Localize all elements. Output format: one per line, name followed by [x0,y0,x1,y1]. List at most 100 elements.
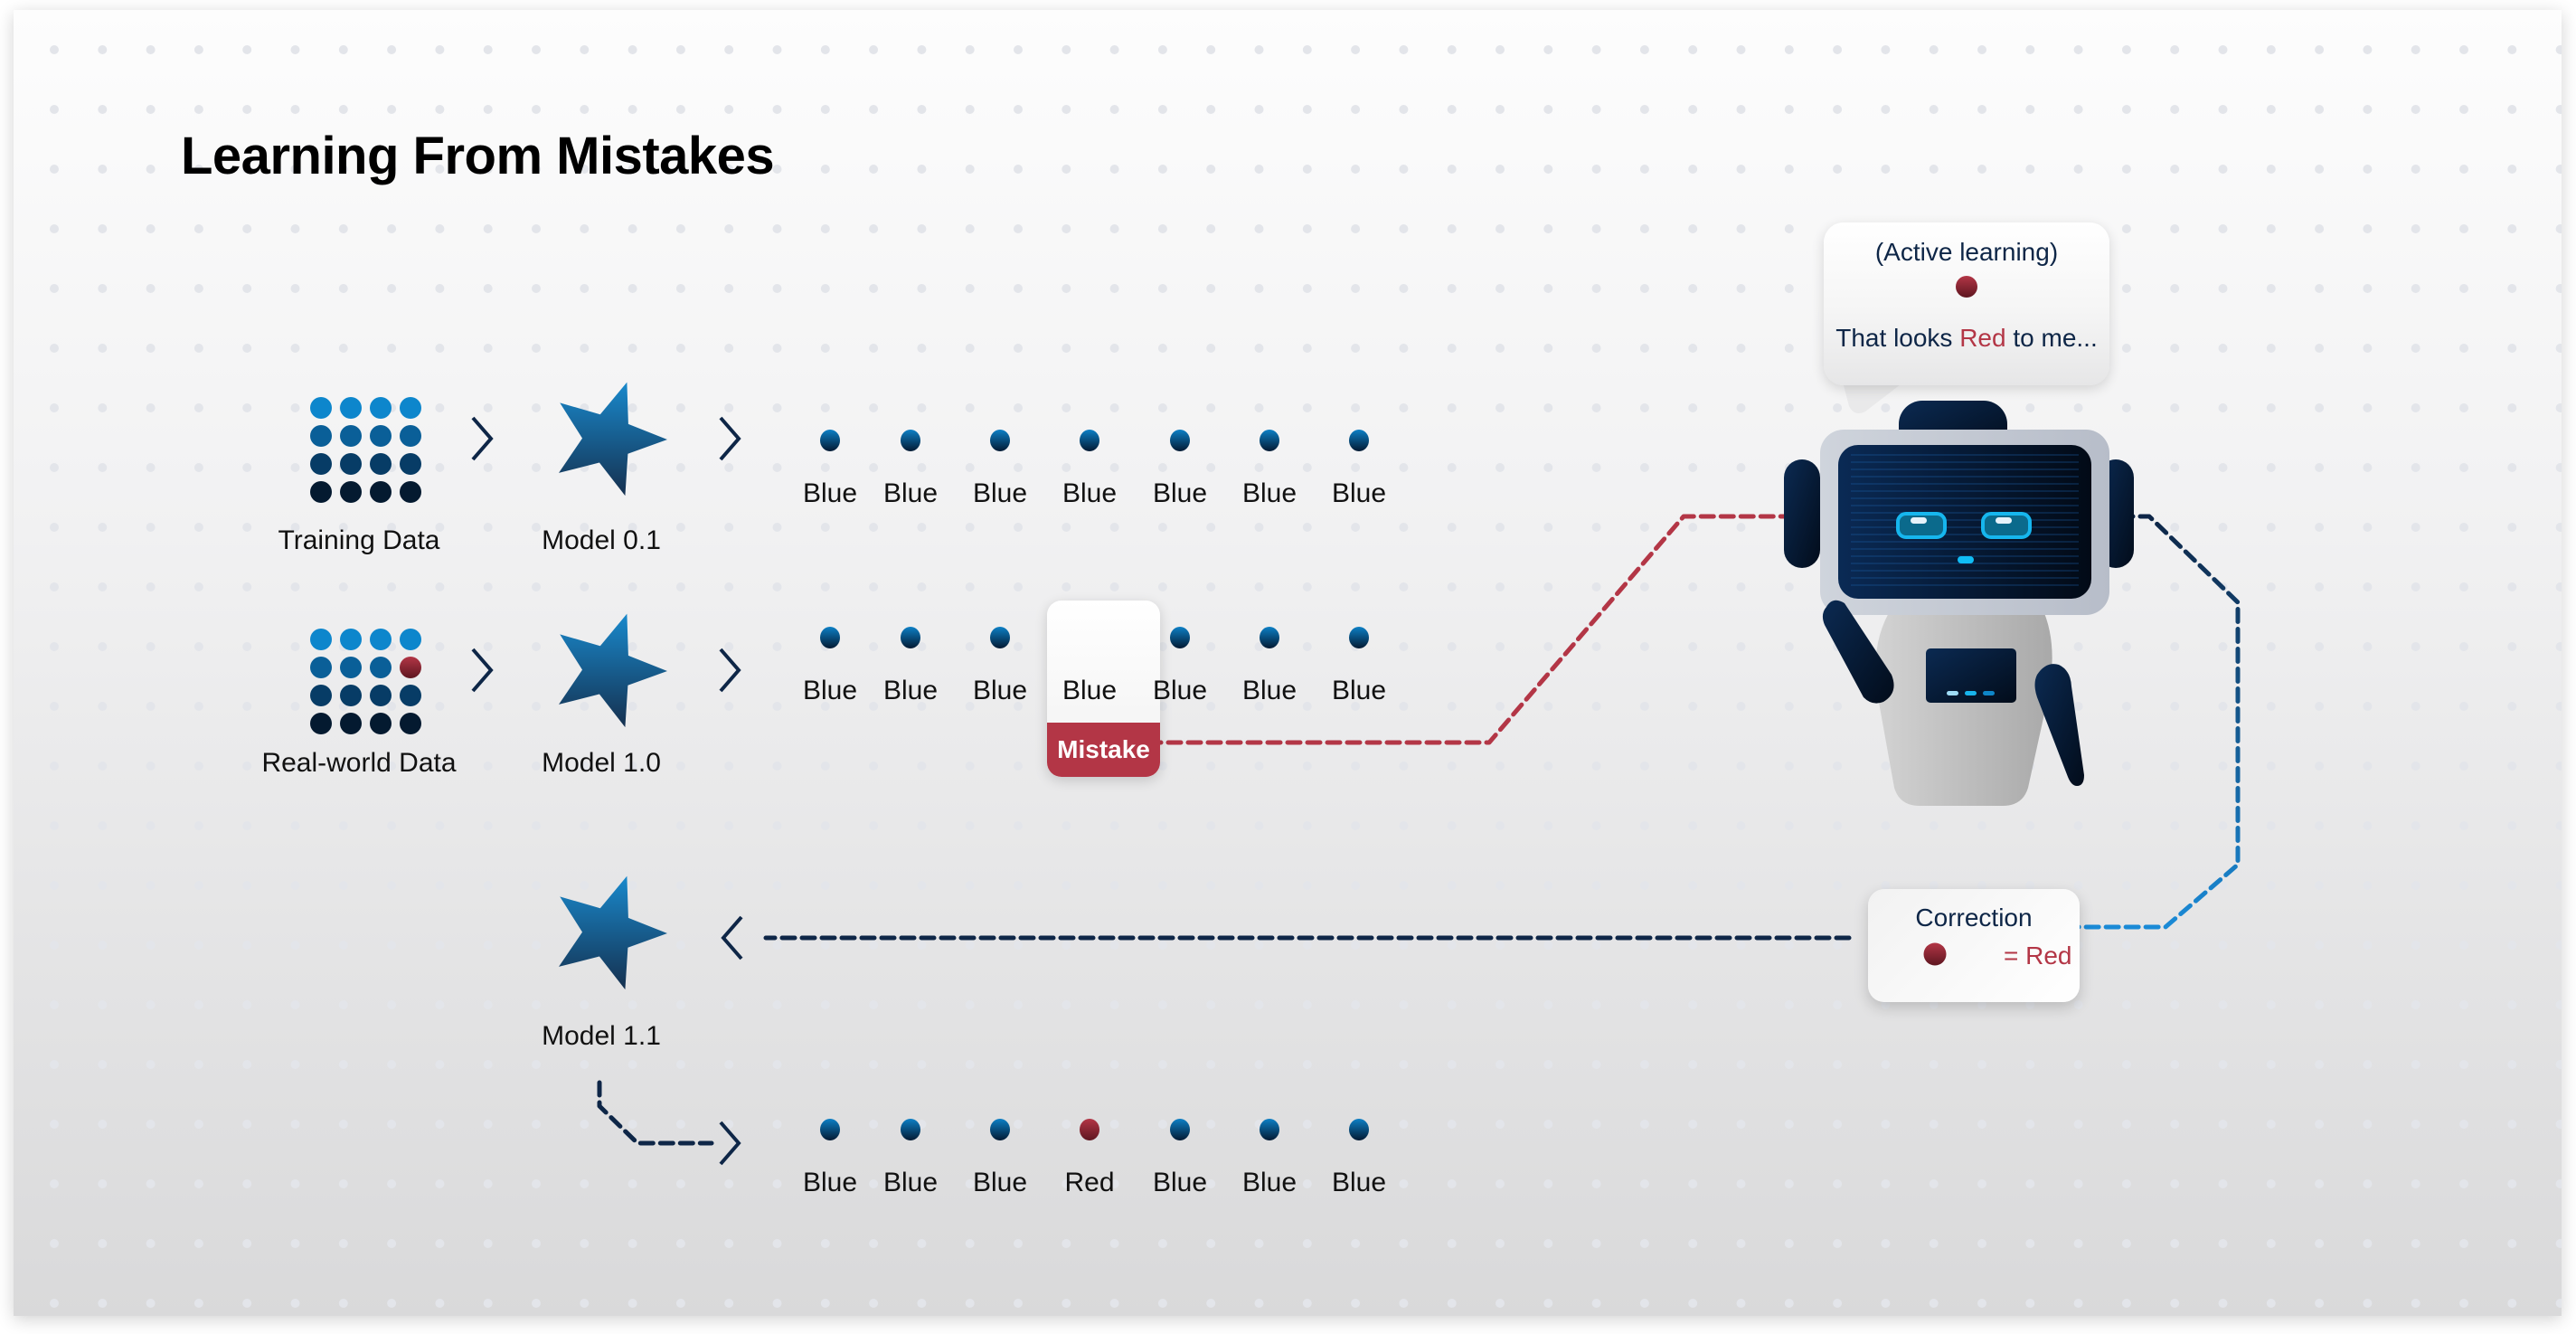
blue-data-point [340,453,362,475]
blue-data-point [340,657,362,678]
blue-data-point [340,685,362,706]
star-icon [559,613,667,728]
blue-data-point [400,629,421,650]
blue-data-point [340,397,362,419]
mistake-connector [1146,514,1811,745]
blue-data-point [370,397,392,419]
prediction-label: Blue [1331,478,1387,508]
blue-prediction-dot [901,627,920,648]
blue-prediction-dot [901,1119,920,1140]
blue-data-point [400,397,421,419]
prediction-label: Blue [1331,1168,1387,1197]
prediction-label: Blue [1241,676,1297,705]
blue-data-point [310,657,332,678]
blue-data-point [310,397,332,419]
correction-red-dot [1923,942,1947,966]
blue-prediction-dot [1260,430,1279,451]
dot-grid-icon [310,629,421,734]
prediction-label: Blue [802,478,858,508]
blue-data-point [400,713,421,734]
chevron-right-icon [471,648,494,693]
blue-data-point [370,481,392,503]
prediction-label: Blue [972,676,1028,705]
blue-prediction-dot [820,430,840,451]
bubble-red-dot [1956,276,1977,298]
prediction-label: Blue [1062,478,1118,508]
blue-prediction-dot [1349,1119,1369,1140]
chevron-right-icon [471,416,494,461]
model-to-output-connector [597,1080,714,1146]
blue-prediction-dot [1170,1119,1190,1140]
prediction-label: Blue [1241,478,1297,508]
blue-prediction-dot [901,430,920,451]
bubble-text-before: That looks [1835,324,1960,352]
red-data-point [400,657,421,678]
blue-data-point [310,685,332,706]
prediction-label: Blue [802,676,858,705]
page-title: Learning From Mistakes [181,127,775,185]
prediction-label: Blue [882,478,939,508]
blue-data-point [370,629,392,650]
dot-grid-icon [310,397,421,503]
blue-data-point [340,713,362,734]
blue-prediction-dot [1260,627,1279,648]
blue-data-point [340,629,362,650]
star-icon [559,382,667,497]
bubble-heading: (Active learning) [1874,238,2059,266]
blue-prediction-dot [820,627,840,648]
blue-data-point [310,629,332,650]
blue-data-point [340,425,362,447]
prediction-label: Blue [1152,478,1208,508]
bubble-text-highlight: Red [1959,324,2006,352]
prediction-label: Blue [802,1168,858,1197]
blue-data-point [400,425,421,447]
blue-data-point [370,453,392,475]
blue-data-point [400,453,421,475]
source-label-real-world-data: Real-world Data [261,748,457,778]
blue-data-point [370,425,392,447]
diagram-graphics [310,372,2241,1166]
model-label-1-0: Model 1.0 [542,748,661,778]
blue-data-point [370,685,392,706]
chevron-left-icon [721,915,743,960]
bubble-text: That looks Red to me... [1835,324,2097,353]
star-icon [559,875,667,990]
model-label-1-1: Model 1.1 [542,1021,661,1051]
correction-title: Correction [1915,904,2033,932]
blue-data-point [310,713,332,734]
prediction-label: Blue [1062,676,1118,705]
prediction-label: Blue [882,676,939,705]
prediction-label: Blue [882,1168,939,1197]
correction-equation: = Red [2004,941,2072,970]
source-label-training-data: Training Data [278,525,440,555]
prediction-label: Blue [972,1168,1028,1197]
chevron-right-icon [719,648,741,693]
blue-data-point [370,713,392,734]
blue-data-point [340,481,362,503]
blue-prediction-dot [1260,1119,1279,1140]
blue-data-point [310,425,332,447]
blue-prediction-dot [1170,627,1190,648]
prediction-label: Blue [1241,1168,1297,1197]
prediction-label: Blue [1331,676,1387,705]
chevron-right-icon [719,416,741,461]
blue-prediction-dot [1349,430,1369,451]
model-label-0-1: Model 0.1 [542,525,661,555]
blue-prediction-dot [1349,627,1369,648]
chevron-right-icon [719,1121,741,1166]
prediction-label: Red [1064,1168,1115,1197]
blue-data-point [310,453,332,475]
red-prediction-dot [1080,1119,1099,1140]
blue-prediction-dot [990,430,1010,451]
blue-prediction-dot [1080,430,1099,451]
blue-data-point [310,481,332,503]
mistake-badge: Mistake [1047,723,1160,777]
diagram-canvas: Learning From Mistakes Training Data Mod… [14,10,2562,1316]
blue-prediction-dot [990,627,1010,648]
prediction-label: Blue [1152,676,1208,705]
blue-prediction-dot [990,1119,1010,1140]
prediction-label: Blue [1152,1168,1208,1197]
blue-data-point [370,657,392,678]
blue-data-point [400,685,421,706]
blue-data-point [400,481,421,503]
